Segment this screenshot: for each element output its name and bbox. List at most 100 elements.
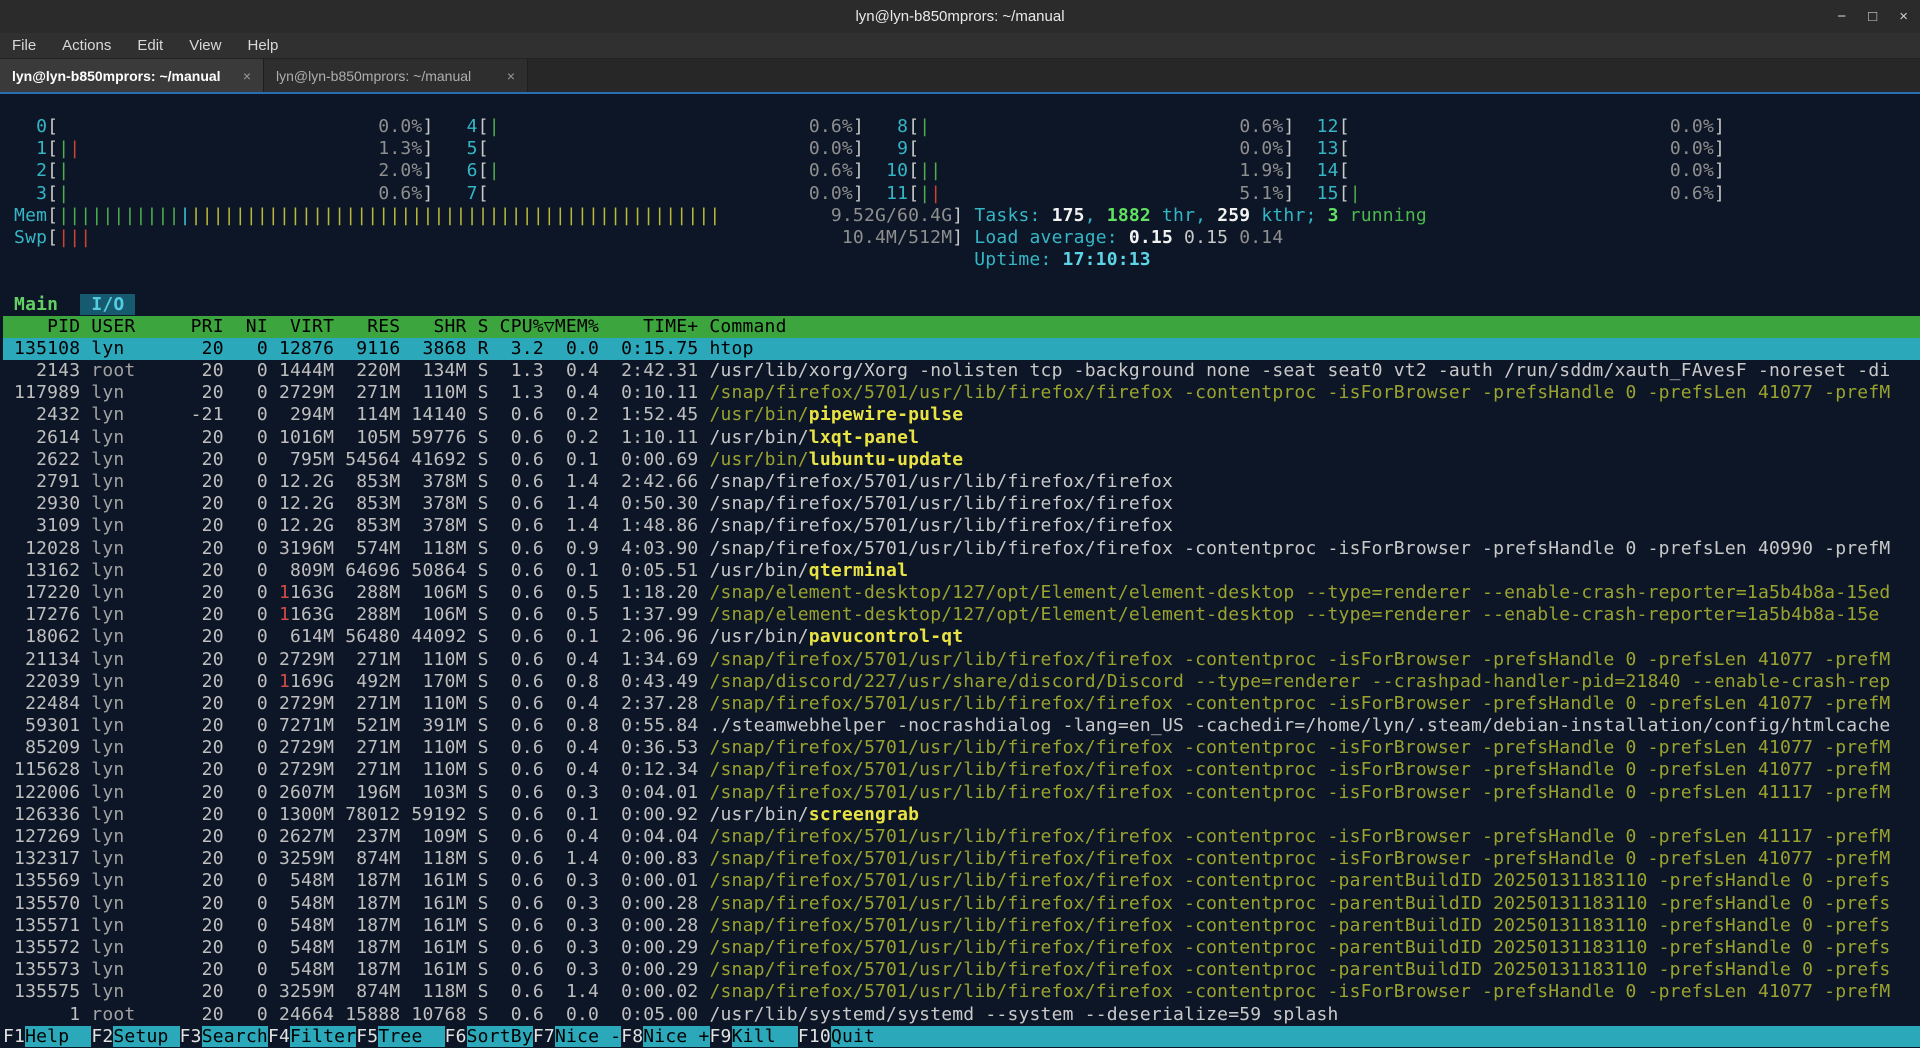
cpu-meter-tick: |	[58, 160, 69, 181]
process-row[interactable]: 135571 lyn 20 0 548M 187M 161M S 0.6 0.3…	[3, 915, 1920, 937]
mem-cell: 0.4	[555, 737, 610, 758]
pid-cell: 2432	[3, 404, 91, 425]
process-row-selected[interactable]: 135108 lyn 20 0 12876 9116 3868 R 3.2 0.…	[3, 338, 1920, 360]
fn-nice-button[interactable]: Nice +	[643, 1026, 709, 1047]
cpu-cell: 0.6	[500, 870, 555, 891]
fn-quit-button[interactable]: Quit	[831, 1026, 897, 1047]
process-row[interactable]: 2614 lyn 20 0 1016M 105M 59776 S 0.6 0.2…	[3, 427, 1920, 449]
terminal-tab-2[interactable]: lyn@lyn-b850mprors: ~/manual ×	[264, 59, 528, 92]
process-row[interactable]: 135575 lyn 20 0 3259M 874M 118M S 0.6 1.…	[3, 981, 1920, 1003]
fn-help-button[interactable]: Help	[25, 1026, 91, 1047]
ni-cell: 0	[235, 382, 279, 403]
maximize-icon[interactable]: □	[1868, 8, 1877, 25]
tab-close-icon[interactable]: ×	[507, 68, 515, 84]
state-cell: S	[478, 538, 500, 559]
process-row[interactable]: 22039 lyn 20 0 1169G 492M 170M S 0.6 0.8…	[3, 671, 1920, 693]
process-row[interactable]: 59301 lyn 20 0 7271M 521M 391M S 0.6 0.8…	[3, 715, 1920, 737]
shr-cell: 59776	[411, 427, 477, 448]
fn-sortby-button[interactable]: SortBy	[467, 1026, 533, 1047]
res-cell: 15888	[345, 1004, 411, 1025]
cpu-meter-value: 0.0%	[378, 116, 422, 137]
pri-cell: 20	[191, 1004, 235, 1025]
process-row[interactable]: 127269 lyn 20 0 2627M 237M 109M S 0.6 0.…	[3, 826, 1920, 848]
process-row[interactable]: 1 root 20 0 24664 15888 10768 S 0.6 0.0 …	[3, 1004, 1920, 1026]
process-row[interactable]: 2622 lyn 20 0 795M 54564 41692 S 0.6 0.1…	[3, 449, 1920, 471]
process-row[interactable]: 21134 lyn 20 0 2729M 271M 110M S 0.6 0.4…	[3, 649, 1920, 671]
process-row[interactable]: 135573 lyn 20 0 548M 187M 161M S 0.6 0.3…	[3, 959, 1920, 981]
cpu-cell: 0.6	[500, 759, 555, 780]
res-cell: 187M	[345, 937, 411, 958]
process-row[interactable]: 3109 lyn 20 0 12.2G 853M 378M S 0.6 1.4 …	[3, 515, 1920, 537]
time-cell: 0:00.28	[610, 915, 709, 936]
state-cell: S	[478, 1004, 500, 1025]
terminal-screen[interactable]: 0[ 0.0%] 4[| 0.6%] 8[| 0.6%] 12[ 0.0%] 1…	[0, 92, 1920, 1048]
minimize-icon[interactable]: −	[1837, 8, 1846, 25]
time-cell: 1:34.69	[610, 649, 709, 670]
process-table-header[interactable]: PID USER PRI NI VIRT RES SHR S CPU%▽MEM%…	[3, 316, 1920, 338]
pri-cell: 20	[191, 870, 235, 891]
cpu-meter-label: 6	[445, 160, 478, 181]
fn-nice-button[interactable]: Nice -	[555, 1026, 621, 1047]
time-cell: 0:00.29	[610, 959, 709, 980]
menu-item-help[interactable]: Help	[247, 37, 278, 54]
process-row[interactable]: 115628 lyn 20 0 2729M 271M 110M S 0.6 0.…	[3, 759, 1920, 781]
state-cell: S	[478, 870, 500, 891]
process-row[interactable]: 22484 lyn 20 0 2729M 271M 110M S 0.6 0.4…	[3, 693, 1920, 715]
process-row[interactable]: 132317 lyn 20 0 3259M 874M 118M S 0.6 1.…	[3, 848, 1920, 870]
ni-cell: 0	[235, 870, 279, 891]
menu-item-actions[interactable]: Actions	[62, 37, 111, 54]
fn-kill-button[interactable]: Kill	[732, 1026, 798, 1047]
user-cell: lyn	[91, 582, 190, 603]
process-row[interactable]: 17220 lyn 20 0 1163G 288M 106M S 0.6 0.5…	[3, 582, 1920, 604]
virt-cell: 2729M	[279, 693, 345, 714]
fn-filter-button[interactable]: Filter	[290, 1026, 356, 1047]
process-row[interactable]: 12028 lyn 20 0 3196M 574M 118M S 0.6 0.9…	[3, 538, 1920, 560]
tab-close-icon[interactable]: ×	[243, 68, 251, 84]
process-row[interactable]: 13162 lyn 20 0 809M 64696 50864 S 0.6 0.…	[3, 560, 1920, 582]
process-row[interactable]: 126336 lyn 20 0 1300M 78012 59192 S 0.6 …	[3, 804, 1920, 826]
user-cell: lyn	[91, 493, 190, 514]
process-row[interactable]: 85209 lyn 20 0 2729M 271M 110M S 0.6 0.4…	[3, 737, 1920, 759]
time-cell: 2:42.66	[610, 471, 709, 492]
cpu-cell: 0.6	[500, 826, 555, 847]
fn-search-button[interactable]: Search	[202, 1026, 268, 1047]
state-cell: S	[478, 981, 500, 1002]
process-row[interactable]: 2143 root 20 0 1444M 220M 134M S 1.3 0.4…	[3, 360, 1920, 382]
fn-tree-button[interactable]: Tree	[378, 1026, 444, 1047]
process-row[interactable]: 122006 lyn 20 0 2607M 196M 103M S 0.6 0.…	[3, 782, 1920, 804]
cpu-meter-row: 2[| 2.0%] 6[| 0.6%] 10[|| 1.9%] 14[ 0.0%…	[3, 160, 1920, 182]
tasks-text: kthr	[1250, 205, 1305, 226]
menu-item-view[interactable]: View	[189, 37, 221, 54]
menu-item-edit[interactable]: Edit	[137, 37, 163, 54]
user-cell: lyn	[91, 671, 190, 692]
user-cell: lyn	[91, 471, 190, 492]
cpu-meter-value: 0.0%	[809, 183, 853, 204]
cpu-cell: 0.6	[500, 715, 555, 736]
process-row[interactable]: 135569 lyn 20 0 548M 187M 161M S 0.6 0.3…	[3, 870, 1920, 892]
pri-cell: 20	[191, 338, 235, 359]
close-icon[interactable]: ×	[1899, 8, 1908, 25]
process-row[interactable]: 135570 lyn 20 0 548M 187M 161M S 0.6 0.3…	[3, 893, 1920, 915]
user-cell: lyn	[91, 848, 190, 869]
shr-cell: 110M	[411, 649, 477, 670]
process-row[interactable]: 2930 lyn 20 0 12.2G 853M 378M S 0.6 1.4 …	[3, 493, 1920, 515]
cpu-meter-label: 13	[1306, 138, 1339, 159]
process-row[interactable]: 17276 lyn 20 0 1163G 288M 106M S 0.6 0.5…	[3, 604, 1920, 626]
tasks-text: ,	[1195, 205, 1217, 226]
process-row[interactable]: 18062 lyn 20 0 614M 56480 44092 S 0.6 0.…	[3, 626, 1920, 648]
terminal-tab-1[interactable]: lyn@lyn-b850mprors: ~/manual ×	[0, 59, 264, 92]
pid-cell: 2143	[3, 360, 91, 381]
fn-setup-button[interactable]: Setup	[113, 1026, 179, 1047]
process-row[interactable]: 117989 lyn 20 0 2729M 271M 110M S 1.3 0.…	[3, 382, 1920, 404]
process-row[interactable]: 135572 lyn 20 0 548M 187M 161M S 0.6 0.3…	[3, 937, 1920, 959]
pri-cell: 20	[191, 981, 235, 1002]
process-row[interactable]: 2432 lyn -21 0 294M 114M 14140 S 0.6 0.2…	[3, 404, 1920, 426]
command-cell: screengrab	[809, 804, 919, 825]
htop-tab-io[interactable]: I/O	[80, 294, 135, 315]
cpu-meter-tick: |	[58, 183, 69, 204]
process-row[interactable]: 2791 lyn 20 0 12.2G 853M 378M S 0.6 1.4 …	[3, 471, 1920, 493]
pid-cell: 17220	[3, 582, 91, 603]
time-cell: 1:48.86	[610, 515, 709, 536]
htop-tab-main[interactable]: Main	[14, 294, 58, 315]
menu-item-file[interactable]: File	[12, 37, 36, 54]
